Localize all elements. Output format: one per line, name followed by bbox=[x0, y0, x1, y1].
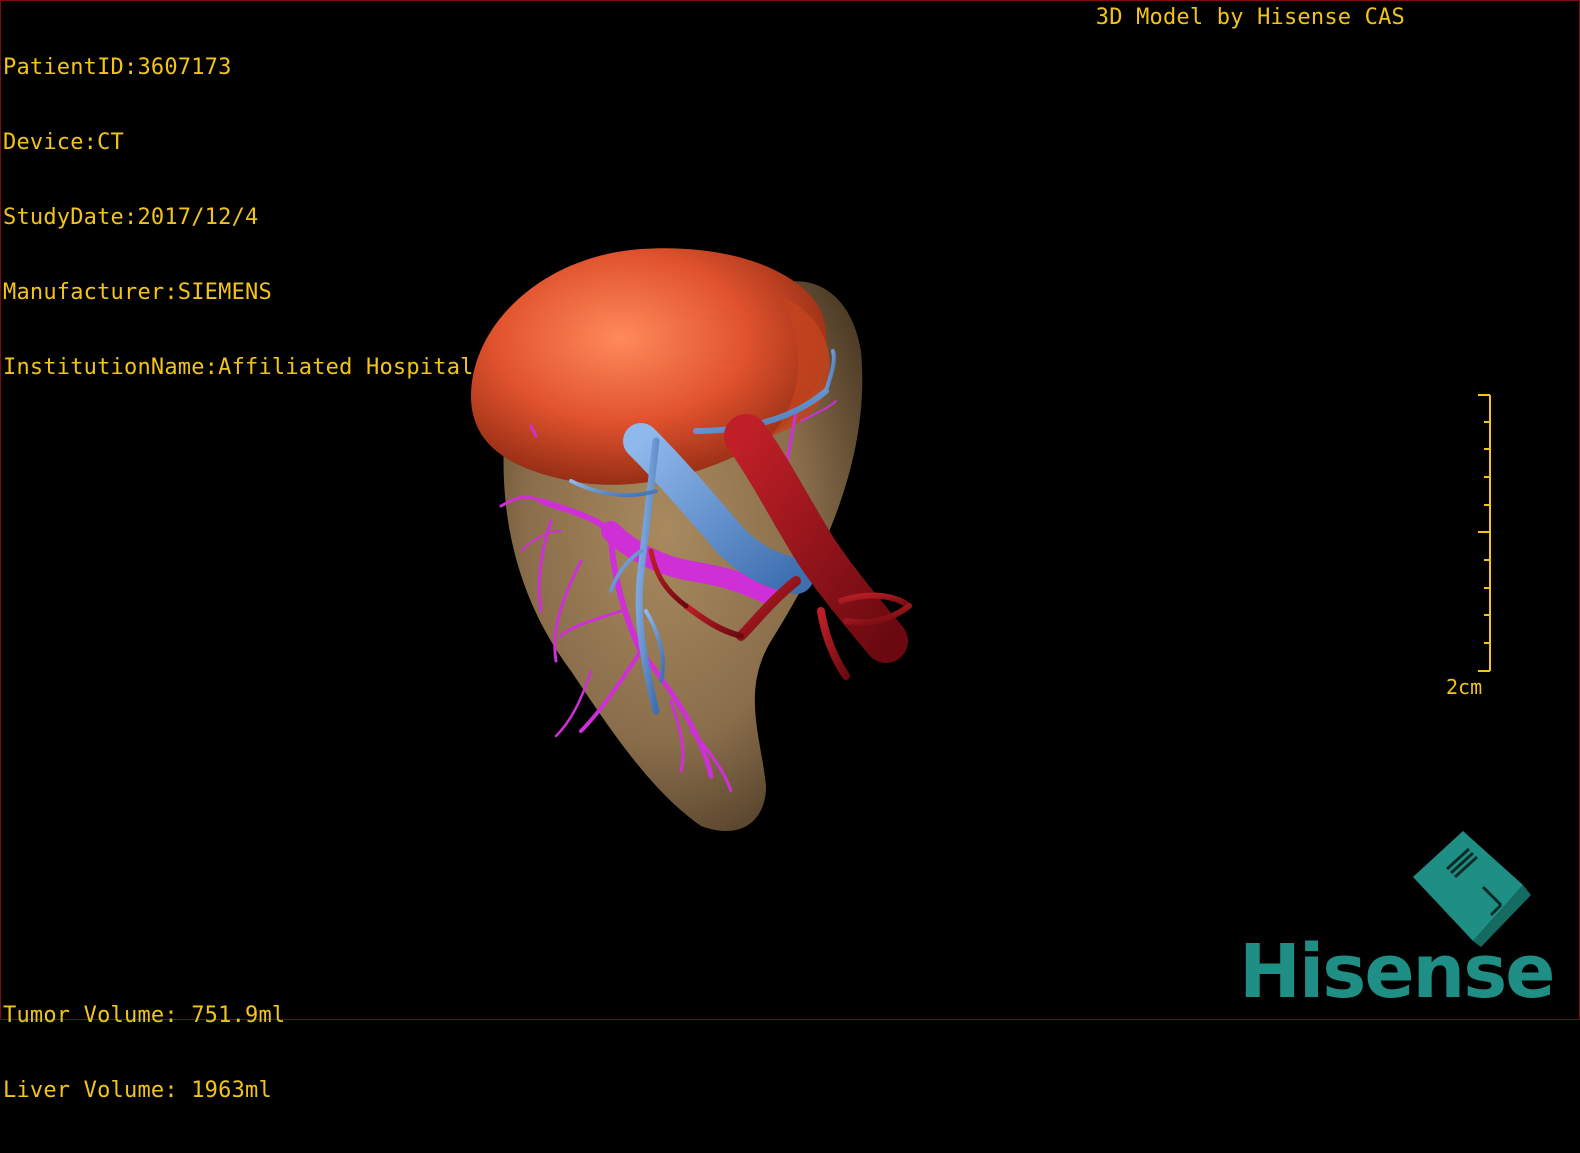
hisense-logo: Hisense bbox=[1239, 929, 1555, 1015]
patient-id: PatientID:3607173 bbox=[3, 55, 232, 80]
3d-viewport[interactable]: PatientID:3607173 Device:CT StudyDate:20… bbox=[0, 0, 1580, 1103]
volume-panel: Tumor Volume: 751.9ml Liver Volume: 1963… bbox=[3, 953, 285, 1153]
liver-3d-model[interactable] bbox=[441, 231, 961, 851]
liver-volume: Liver Volume: 1963ml bbox=[3, 1078, 272, 1103]
study-date: StudyDate:2017/12/4 bbox=[3, 205, 259, 230]
scale-label: 2cm bbox=[1446, 675, 1483, 699]
device: Device:CT bbox=[3, 130, 125, 155]
model-watermark: 3D Model by Hisense CAS bbox=[1095, 5, 1405, 30]
scale-ruler-icon bbox=[1478, 394, 1491, 672]
tumor-volume: Tumor Volume: 751.9ml bbox=[3, 1003, 286, 1028]
